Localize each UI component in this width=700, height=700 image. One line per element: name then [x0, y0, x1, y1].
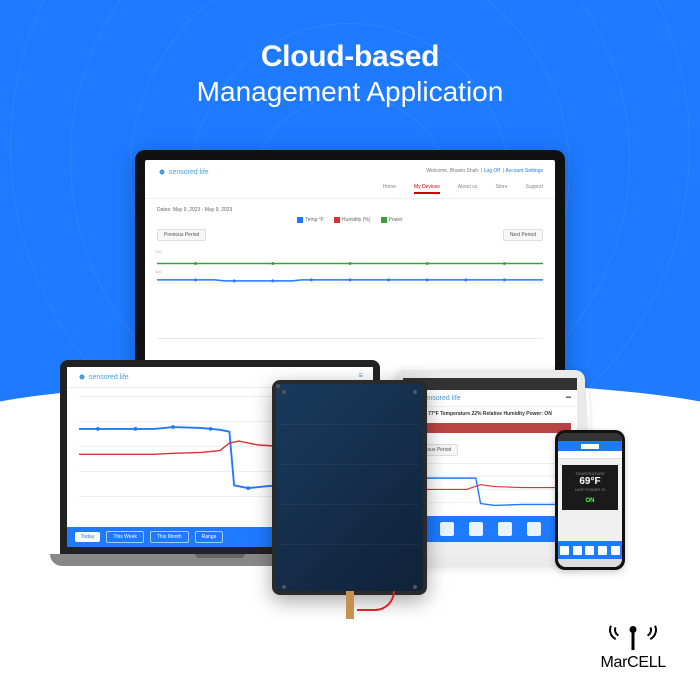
brand-mark: MarCELL — [601, 620, 666, 672]
nav-icon[interactable] — [527, 522, 541, 536]
tablet-screen: sensored life ▬ 77°F Temperature 22% Rel… — [403, 378, 577, 557]
signal-icon: ▬ — [566, 394, 571, 402]
nav-home[interactable]: Home — [383, 184, 396, 194]
nav-about[interactable]: About us — [458, 184, 478, 194]
nav-icon[interactable] — [469, 522, 483, 536]
phone-header — [558, 441, 622, 451]
prev-period-button[interactable]: Previous Period — [157, 229, 206, 241]
headline-bold: Cloud-based — [0, 40, 700, 74]
nav-icon[interactable] — [598, 546, 607, 555]
legend-humidity: Humidity (%) — [342, 217, 371, 223]
brand-logo: sensored life — [157, 168, 209, 176]
solar-panel-device — [272, 380, 427, 595]
date-range-text: Dates: May 9, 2023 - May 9, 2023 — [157, 207, 543, 213]
headline-thin: Management Application — [0, 76, 700, 108]
phone-nav-bar — [558, 541, 622, 559]
temp-value: 69°F — [564, 476, 616, 487]
settings-link[interactable]: Account Settings — [505, 168, 543, 174]
phone-status-card: TEMPERATURE 69°F UNIT POWER IS ON — [562, 465, 618, 510]
nav-icon[interactable] — [440, 522, 454, 536]
tablet-nav-bar — [403, 516, 577, 542]
phone-screen: TEMPERATURE 69°F UNIT POWER IS ON — [558, 433, 622, 567]
nav-store[interactable]: Store — [496, 184, 508, 194]
account-area: Welcome, Bhavin Shah | Log Off | Account… — [426, 168, 543, 176]
nav-icon[interactable] — [573, 546, 582, 555]
next-period-button[interactable]: Next Period — [503, 229, 543, 241]
tab-month[interactable]: This Month — [150, 531, 189, 543]
nav-support[interactable]: Support — [525, 184, 543, 194]
nav-icon[interactable] — [585, 546, 594, 555]
tablet-status: 77°F Temperature 22% Relative Humidity P… — [403, 407, 577, 421]
antenna-icon — [613, 620, 653, 652]
brand-name: MarCELL — [601, 654, 666, 672]
monitor-chart: 120 100 — [157, 249, 543, 339]
nav-icon[interactable] — [611, 546, 620, 555]
tablet-chart — [409, 463, 571, 518]
tab-today[interactable]: Today — [75, 532, 100, 542]
logoff-link[interactable]: Log Off — [484, 168, 500, 174]
power-value: ON — [564, 498, 616, 504]
headline: Cloud-based Management Application — [0, 40, 700, 108]
legend-power: Power — [389, 217, 403, 223]
welcome-text: Welcome, Bhavin Shah — [426, 168, 478, 174]
nav-icon[interactable] — [560, 546, 569, 555]
main-nav: Home My Devices About us Store Support — [145, 184, 555, 199]
nav-devices[interactable]: My Devices — [414, 184, 440, 194]
laptop-brand: sensored life — [77, 373, 129, 381]
tab-week[interactable]: This Week — [106, 531, 144, 543]
alert-banner — [409, 423, 571, 433]
legend-temp: Temp °F — [305, 217, 324, 223]
tab-range[interactable]: Range — [195, 531, 224, 543]
nav-icon[interactable] — [498, 522, 512, 536]
phone: TEMPERATURE 69°F UNIT POWER IS ON — [555, 430, 625, 570]
power-label: UNIT POWER IS — [564, 487, 616, 492]
chart-legend: Temp °F Humidity (%) Power — [157, 217, 543, 223]
